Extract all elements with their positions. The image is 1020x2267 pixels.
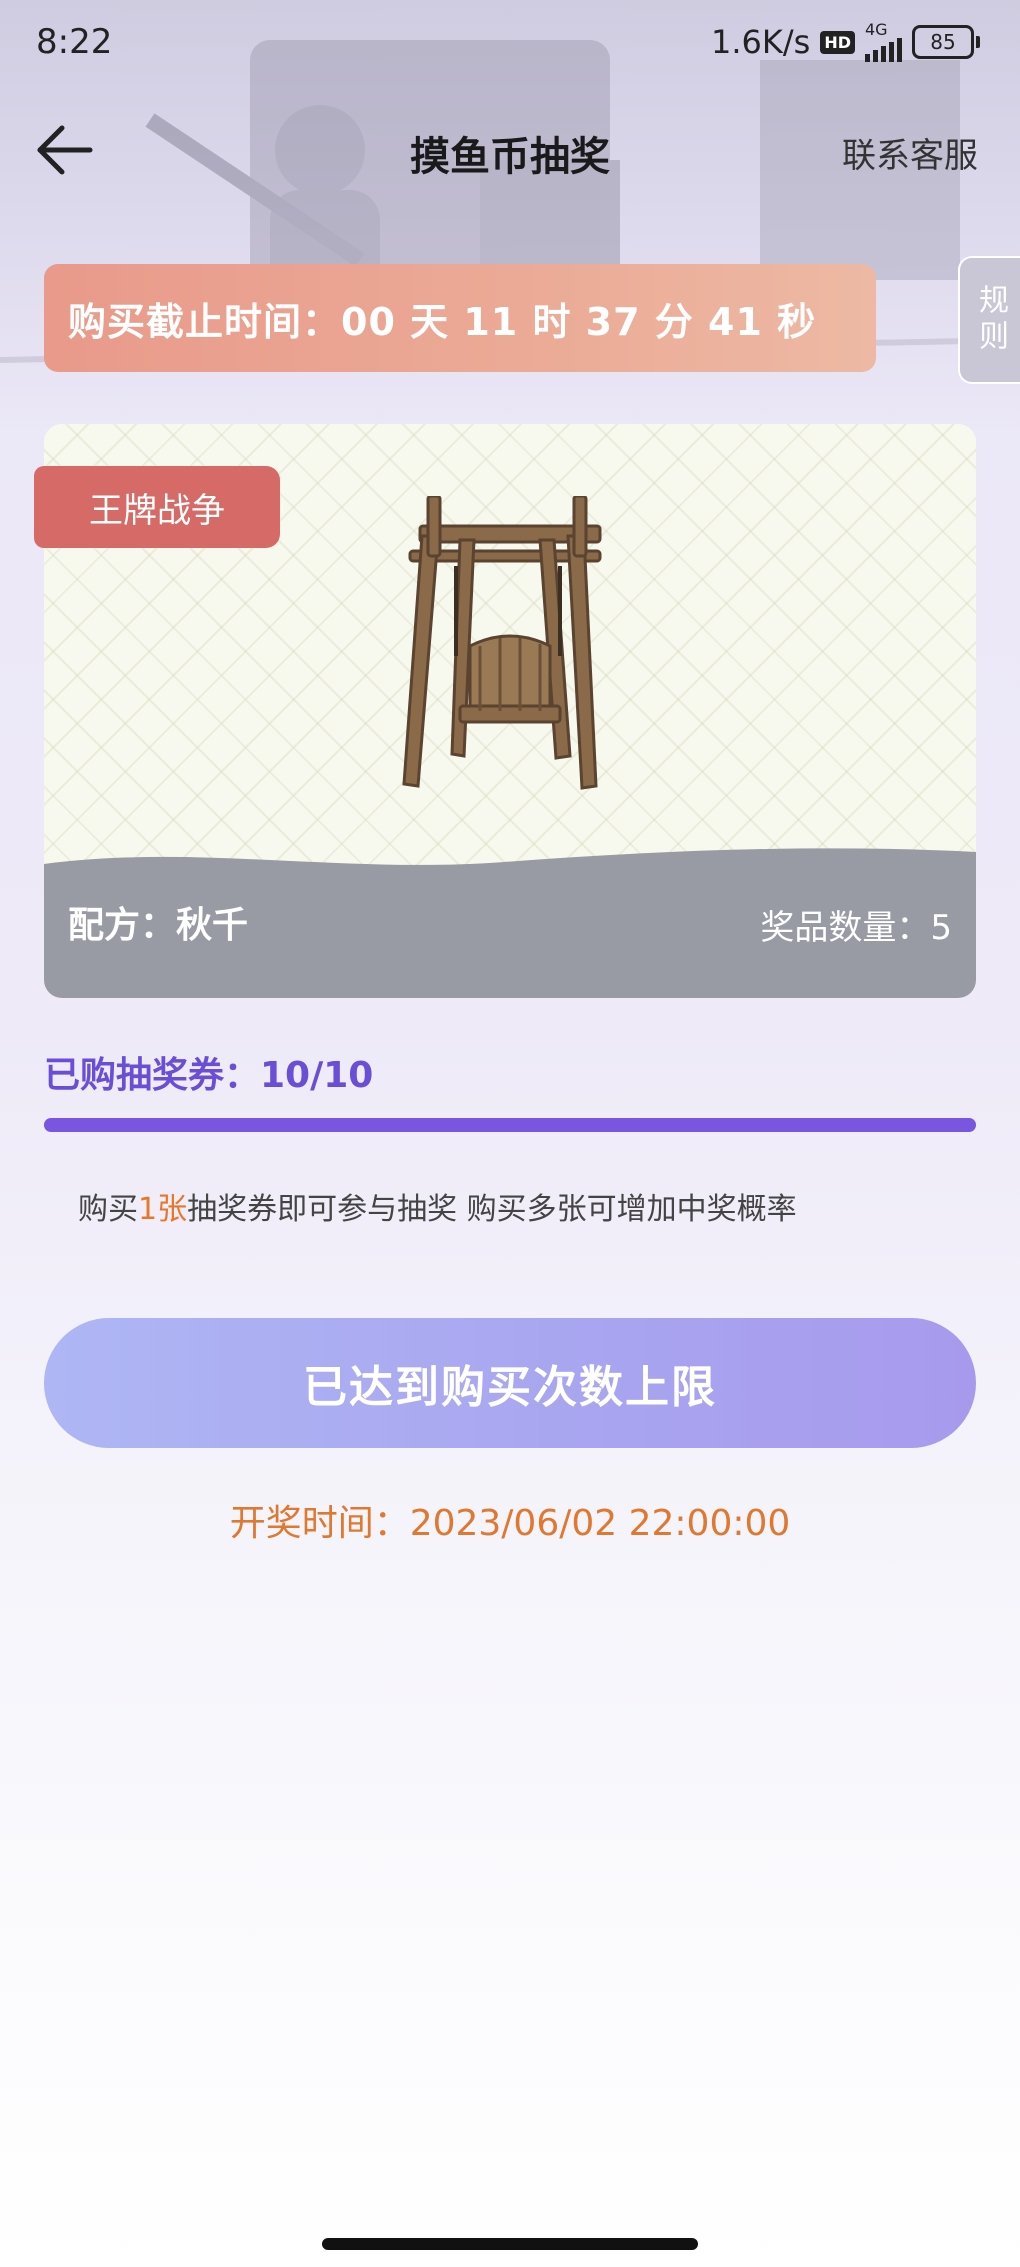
- nav-bar: 摸鱼币抽奖 联系客服: [0, 110, 1020, 190]
- wooden-swing-icon: [400, 494, 620, 800]
- battery-icon: 85: [912, 25, 980, 59]
- draw-time: 开奖时间：2023/06/02 22:00:00: [229, 1503, 791, 1544]
- hint-suffix: 抽奖券即可参与抽奖 购买多张可增加中奖概率: [187, 1192, 797, 1227]
- purchase-hint: 购买1张抽奖券即可参与抽奖 购买多张可增加中奖概率: [78, 1184, 797, 1228]
- signal-icon: 4G: [865, 22, 902, 62]
- hint-prefix: 购买: [78, 1192, 138, 1227]
- status-bar: 8:22 1.6K/s HD 4G 85: [0, 0, 1020, 90]
- prize-formula: 配方：秋千: [68, 905, 249, 946]
- home-indicator: [322, 2238, 698, 2250]
- countdown-text: 购买截止时间：00 天 11 时 37 分 41 秒: [68, 299, 817, 344]
- tickets-progress-fill: [44, 1118, 976, 1132]
- hd-icon: HD: [820, 30, 855, 54]
- purchased-tickets-label: 已购抽奖券：10/10: [44, 1055, 374, 1096]
- network-type: 4G: [865, 20, 888, 39]
- network-speed: 1.6K/s: [711, 23, 811, 61]
- buy-limit-reached-button[interactable]: 已达到购买次数上限: [44, 1318, 976, 1448]
- tickets-progress-bar: [44, 1118, 976, 1132]
- purchase-deadline-banner: 购买截止时间：00 天 11 时 37 分 41 秒: [44, 264, 876, 372]
- prize-quantity: 奖品数量：5: [760, 908, 952, 948]
- game-tag: 王牌战争: [34, 466, 280, 548]
- hint-accent: 1张: [138, 1192, 188, 1227]
- status-time: 8:22: [36, 22, 113, 62]
- rules-tab[interactable]: 规则: [958, 256, 1020, 384]
- battery-level: 85: [912, 25, 974, 59]
- customer-service-link[interactable]: 联系客服: [842, 128, 978, 177]
- status-indicators: 1.6K/s HD 4G 85: [711, 22, 980, 62]
